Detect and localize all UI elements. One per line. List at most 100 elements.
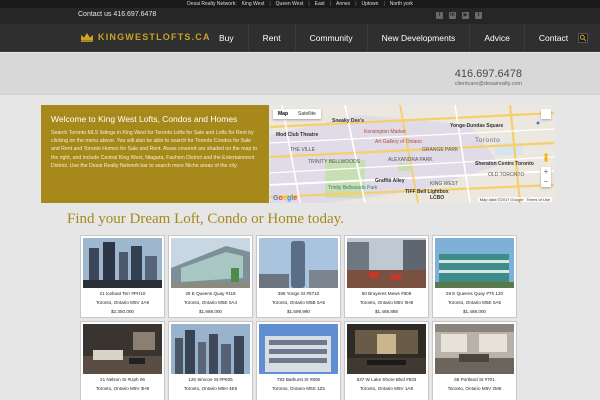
network-separator: | [308, 1, 310, 7]
map-label-graffiti-alley: Graffiti Alley [375, 178, 405, 184]
logo-text: KINGWESTLOFTS.CA [98, 32, 211, 42]
area-map[interactable]: Map Satellite Sneaky Dee's Mod Club Thea… [270, 105, 554, 203]
listing-photo[interactable] [259, 324, 338, 374]
street-view-pegman-icon[interactable] [543, 153, 549, 163]
listing-address: 126 Simcoe St #P605 [188, 377, 233, 382]
listing-photo[interactable] [347, 238, 426, 288]
listing-city: Toronto, Ontario M5S 1Z5 [272, 386, 325, 391]
listing-photo[interactable] [171, 238, 250, 288]
listing-photo[interactable] [435, 238, 514, 288]
listing-card[interactable]: 637 W Lake Shore Blvd #833 Toronto, Onta… [344, 321, 429, 400]
map-label-grange-park: GRANGE PARK [422, 147, 459, 153]
listing-city: Toronto, Ontario M5E 0A4 [183, 300, 238, 305]
listing-card[interactable]: 50 Bruyeres Mews #909 Toronto, Ontario M… [344, 235, 429, 318]
map-label-old-toronto: OLD TORONTO [488, 172, 525, 178]
main-nav: Buy Rent Community New Developments Advi… [205, 24, 582, 52]
nav-new-developments[interactable]: New Developments [366, 24, 470, 52]
band-phone[interactable]: 416.697.6478 [455, 68, 522, 80]
network-link-north-york[interactable]: North york [390, 1, 413, 7]
network-separator: | [355, 1, 357, 7]
listing-photo[interactable] [435, 324, 514, 374]
map-label-toronto: Toronto [475, 137, 501, 144]
main-navbar: KINGWESTLOFTS.CA Buy Rent Community New … [0, 24, 600, 52]
site-logo[interactable]: KINGWESTLOFTS.CA [80, 32, 211, 42]
map-type-satellite[interactable]: Satellite [293, 109, 321, 119]
listing-city: Toronto, Ontario M5B 0A5 [271, 300, 326, 305]
map-terms-link[interactable]: Terms of Use [526, 197, 550, 202]
listing-card[interactable]: 66 Portland St #701 Toronto, Ontario M5V… [432, 321, 517, 400]
band-email[interactable]: clientcare@desairealty.com [455, 81, 522, 87]
network-separator: | [269, 1, 271, 7]
listing-card[interactable]: 21 Nelson St #Uph 06 Toronto, Ontario M5… [80, 321, 165, 400]
listing-city: Toronto, Ontario M5V 2M6 [447, 386, 502, 391]
listing-photo[interactable] [171, 324, 250, 374]
network-link-annex[interactable]: Annex [336, 1, 350, 7]
listing-photo[interactable] [83, 324, 162, 374]
map-data-attribution: Map data ©2017 Google [479, 197, 524, 202]
topbar: Contact us 416.697.6478 f in ▶ t [0, 8, 600, 24]
listing-address: 29 E Queens Quay #Th 120 [445, 291, 504, 296]
listing-card[interactable]: 29 E Queens Quay #Th 120 Toronto, Ontari… [432, 235, 517, 318]
listing-city: Toronto, Ontario M5V 0H8 [359, 300, 414, 305]
listing-price: $1,488,000 [463, 309, 486, 314]
listing-price: $2,350,000 [111, 309, 134, 314]
map-footer: Map data ©2017 Google Terms of Use [477, 197, 552, 202]
listing-price: $1,599,990 [287, 309, 310, 314]
listing-card[interactable]: 783 Bathurst St #805 Toronto, Ontario M5… [256, 321, 341, 400]
nav-advice[interactable]: Advice [469, 24, 524, 52]
listing-city: Toronto, Ontario M5V 3H9 [95, 386, 150, 391]
listing-photo[interactable] [347, 324, 426, 374]
zoom-in-button[interactable]: + [541, 167, 551, 177]
network-label: Desai Realty Network: [187, 1, 237, 7]
map-label-yonge-dundas: Yonge-Dundas Square [450, 123, 504, 129]
social-links: f in ▶ t [436, 12, 482, 19]
nav-community[interactable]: Community [294, 24, 367, 52]
zoom-out-button[interactable]: − [541, 177, 551, 187]
linkedin-icon[interactable]: in [449, 12, 456, 19]
map-zoom-controls: + − [541, 167, 551, 187]
listing-address: 21 Iceboat Terr #PH10 [99, 291, 146, 296]
listing-city: Toronto, Ontario M5V 1A8 [359, 386, 414, 391]
facebook-icon[interactable]: f [436, 12, 443, 19]
network-link-king-west[interactable]: King West [242, 1, 265, 7]
network-link-queen-west[interactable]: Queen West [276, 1, 304, 7]
map-label-trinity-bellwoods: TRINITY BELLWOODS [308, 159, 361, 165]
nav-rent[interactable]: Rent [247, 24, 295, 52]
network-link-east[interactable]: East [315, 1, 325, 7]
listing-photo[interactable] [259, 238, 338, 288]
listing-price: $1,988,000 [199, 309, 222, 314]
twitter-icon[interactable]: t [475, 12, 482, 19]
nav-contact[interactable]: Contact [523, 24, 582, 52]
network-separator: | [383, 1, 385, 7]
listing-city: Toronto, Ontario M5V 4A9 [95, 300, 150, 305]
map-fullscreen-button[interactable] [541, 109, 551, 119]
listing-city: Toronto, Ontario M5E 0A5 [447, 300, 502, 305]
map-label-lcbo: LCBO [430, 195, 445, 201]
welcome-text: Search Toronto MLS listings in King West… [51, 130, 258, 169]
map-type-map[interactable]: Map [273, 109, 293, 119]
map-type-toggle: Map Satellite [273, 109, 321, 119]
listing-card[interactable]: 29 E Queens Quay #118 Toronto, Ontario M… [168, 235, 253, 318]
listing-grid: 21 Iceboat Terr #PH10 Toronto, Ontario M… [80, 235, 520, 400]
map-label-alexandra-park: ALEXANDRA PARK [388, 157, 433, 163]
listing-address: 386 Yonge St #5710 [277, 291, 320, 296]
contact-phone[interactable]: Contact us 416.697.6478 [78, 11, 156, 18]
map-label-sneaky-dees: Sneaky Dee's [332, 118, 365, 124]
listing-address: 21 Nelson St #Uph 06 [100, 377, 145, 382]
listing-price: $1,488,888 [375, 309, 398, 314]
network-link-uptown[interactable]: Uptown [362, 1, 379, 7]
youtube-icon[interactable]: ▶ [462, 12, 469, 19]
listing-card[interactable]: 386 Yonge St #5710 Toronto, Ontario M5B … [256, 235, 341, 318]
network-separator: | [329, 1, 331, 7]
listing-address: 637 W Lake Shore Blvd #833 [356, 377, 417, 382]
listing-photo[interactable] [83, 238, 162, 288]
map-label-sheraton: Sheraton Centre Toronto [475, 161, 534, 167]
search-button[interactable] [578, 33, 588, 43]
listing-card[interactable]: 126 Simcoe St #P605 Toronto, Ontario M5H… [168, 321, 253, 400]
network-bar: Desai Realty Network: King West | Queen … [0, 0, 600, 8]
page-headline: Find your Dream Loft, Condo or Home toda… [67, 211, 344, 227]
listing-card[interactable]: 21 Iceboat Terr #PH10 Toronto, Ontario M… [80, 235, 165, 318]
nav-buy[interactable]: Buy [205, 24, 248, 52]
map-label-the-ville: THE VILLE [290, 147, 316, 153]
listing-address: 50 Bruyeres Mews #909 [361, 291, 412, 296]
